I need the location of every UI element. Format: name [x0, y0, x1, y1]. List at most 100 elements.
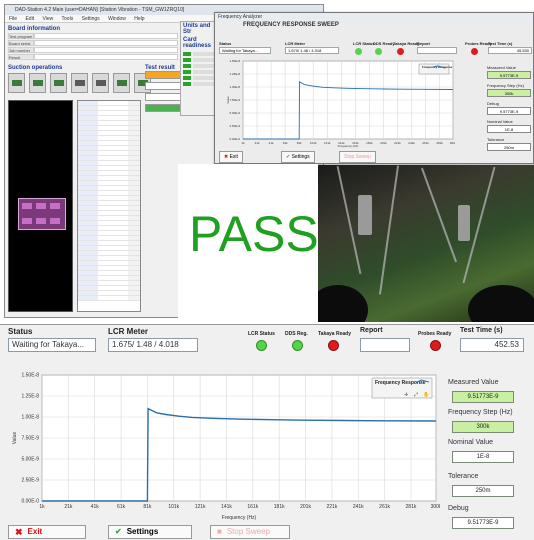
x-tick-label: 21k — [64, 504, 73, 510]
takaya-ready-led — [328, 340, 339, 351]
x-tick-label: 181k — [274, 504, 285, 510]
board-info-value[interactable] — [34, 54, 178, 60]
pcb-icon — [74, 80, 85, 86]
settings-button-label: Settings — [126, 527, 159, 536]
inset-settings-button[interactable]: ✔ Settings — [281, 151, 315, 163]
tool-button[interactable] — [113, 73, 130, 93]
tolerance-field: 250m — [452, 485, 514, 497]
pcb-icon — [116, 80, 127, 86]
menu-help[interactable]: Help — [134, 16, 144, 22]
y-tick-label: 1.00E-8 — [21, 415, 39, 421]
inset-stop-button[interactable]: Stop Sweep — [339, 151, 376, 163]
tool-button[interactable] — [71, 73, 88, 93]
x-tick-label: 261k — [379, 504, 390, 510]
inset-lcr-status-led — [355, 48, 362, 55]
x-tick-label: 221k — [326, 504, 337, 510]
lcr-status-label: LCR Status — [248, 331, 275, 337]
units-title: Units and Str — [183, 23, 211, 35]
tool-button[interactable] — [50, 73, 67, 93]
pcb-camera-view — [8, 100, 73, 312]
hand-icon: ✋ — [423, 391, 429, 398]
inset-nominal-value: 1E-8 — [487, 125, 531, 133]
inset-measured-label: Measured Value — [487, 65, 516, 70]
exit-button-label: Exit — [27, 527, 43, 536]
pcb-icon — [11, 80, 22, 86]
inset-led-label: Takaya Ready — [393, 41, 420, 46]
tool-button[interactable] — [29, 73, 46, 93]
x-tick-label: 1k — [241, 141, 245, 145]
inset-measured-value: 9.5773E-9 — [487, 71, 531, 79]
board-info-value[interactable] — [34, 47, 178, 53]
x-axis-label: Frequency (Hz) — [338, 144, 359, 148]
x-tick-label: 41k — [269, 141, 274, 145]
x-tick-label: 181k — [366, 141, 373, 145]
status-badge — [145, 71, 185, 79]
menu-window[interactable]: Window — [108, 16, 126, 22]
close-icon: ✖ — [15, 527, 23, 537]
y-axis-label: Value — [226, 96, 230, 104]
x-tick-label: 300k — [450, 141, 455, 145]
top-composite-screenshot: DAD-Station 4.2 Main (user=DAHAN) [Stati… — [0, 0, 534, 322]
x-tick-label: 241k — [353, 504, 364, 510]
inset-takaya-led — [397, 48, 404, 55]
x-tick-label: 300k — [431, 504, 440, 510]
pass-indicator: PASS — [189, 206, 319, 262]
menu-file[interactable]: File — [9, 16, 17, 22]
inset-exit-label: Exit — [229, 154, 238, 160]
takaya-ready-label: Takaya Ready — [318, 331, 351, 337]
test-results-table[interactable] — [77, 100, 141, 312]
table-row[interactable] — [78, 296, 140, 301]
x-tick-label: 61k — [117, 504, 126, 510]
board-info-key: Board serial — [8, 40, 34, 46]
menu-tools[interactable]: Tools — [62, 16, 74, 22]
menu-view[interactable]: View — [42, 16, 53, 22]
menu-settings[interactable]: Settings — [82, 16, 100, 22]
inset-dds-led — [375, 48, 382, 55]
inset-freq-step-label: Frequency Step (Hz) — [487, 83, 524, 88]
inset-nominal-label: Nominal Value — [487, 119, 513, 124]
y-tick-label: 1.50E-8 — [21, 373, 39, 379]
inset-status-label: Status — [219, 41, 232, 46]
inset-stop-label: Stop Sweep — [344, 154, 371, 160]
board-info-value[interactable] — [34, 40, 178, 46]
status-badge — [145, 93, 185, 101]
card-readiness-title: Card readiness — [183, 37, 212, 49]
dds-reg-led — [292, 340, 303, 351]
debug-label: Debug — [448, 505, 469, 512]
x-tick-label: 41k — [91, 504, 100, 510]
report-field — [360, 338, 410, 352]
frequency-response-app: Status Waiting for Takaya... LCR Meter 1… — [0, 324, 534, 540]
y-tick-label: 0.00E-0 — [21, 499, 39, 505]
inset-debug-value: 9.5773E-9 — [487, 107, 531, 115]
chip-highlight — [18, 198, 66, 230]
inset-window-title: Frequency Analyzer — [215, 13, 533, 22]
pcb-icon — [95, 80, 106, 86]
board-info-row: Board serial — [8, 40, 178, 46]
status-badge — [145, 104, 185, 112]
tool-button[interactable] — [8, 73, 25, 93]
stop-sweep-button-label: Stop Sweep — [226, 527, 270, 536]
menu-edit[interactable]: Edit — [25, 16, 34, 22]
lcr-meter-label: LCR Meter — [108, 327, 149, 336]
inset-freq-step-value: 300k — [487, 89, 531, 97]
tolerance-label: Tolerance — [448, 473, 479, 480]
zoom-icon: ⤢ — [414, 392, 418, 398]
y-tick-label: 5.00E-9 — [21, 457, 39, 463]
y-axis-label: Value — [12, 432, 18, 445]
stop-sweep-button[interactable]: ■ Stop Sweep — [210, 525, 290, 539]
board-info-key: Result — [8, 54, 34, 60]
y-tick-label: 7.50E-9 — [229, 98, 240, 102]
inset-exit-button[interactable]: ✖ Exit — [219, 151, 243, 163]
exit-button[interactable]: ✖ Exit — [8, 525, 86, 539]
x-tick-label: 1k — [39, 504, 45, 510]
measured-value-label: Measured Value — [448, 379, 499, 386]
chart-svg: 1k 21k 41k 61k 81k 101k 121k 141k 161k 181k 201k 22… — [12, 373, 440, 521]
x-tick-label: 81k — [297, 141, 302, 145]
y-tick-label: 2.50E-9 — [21, 478, 39, 484]
inset-test-time-field: 45.530 — [488, 47, 532, 54]
tool-button[interactable] — [92, 73, 109, 93]
inset-lcr-label: LCR Meter — [285, 41, 306, 46]
x-tick-label: 101k — [168, 504, 179, 510]
board-info-value[interactable] — [34, 33, 178, 39]
settings-button[interactable]: ✔ Settings — [108, 525, 192, 539]
